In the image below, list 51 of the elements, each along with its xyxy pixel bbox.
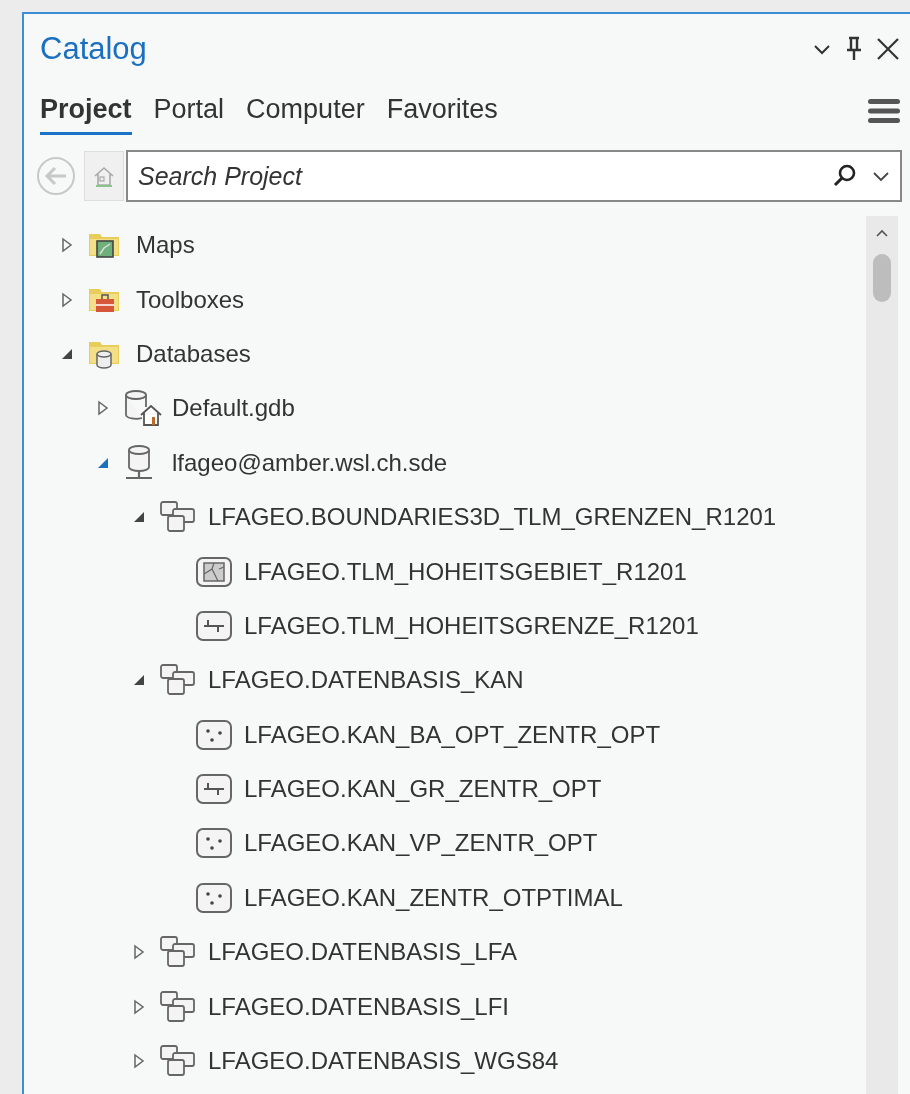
dropdown-icon[interactable] <box>872 170 890 182</box>
collapsed-triangle-icon[interactable] <box>132 944 146 961</box>
feature-dataset-icon <box>160 1045 196 1078</box>
tab[interactable]: Portal <box>153 87 225 135</box>
tree-item[interactable]: LFAGEO.BOUNDARIES3D_TLM_GRENZEN_R1201 <box>208 503 777 532</box>
collapsed-triangle-icon[interactable] <box>60 291 74 308</box>
feature-dataset-icon <box>160 501 196 534</box>
tab[interactable]: Project <box>40 87 132 135</box>
pin-icon[interactable] <box>846 36 862 62</box>
tree-item[interactable]: Maps <box>136 231 195 260</box>
scroll-thumb[interactable] <box>873 254 891 302</box>
tree-item[interactable]: LFAGEO.TLM_HOHEITSGEBIET_R1201 <box>244 557 687 586</box>
collapsed-triangle-icon[interactable] <box>96 400 110 417</box>
tree-item[interactable]: Default.gdb <box>172 394 295 423</box>
search-field[interactable]: Search Project <box>126 150 902 202</box>
pane-title: Catalog <box>40 31 147 67</box>
tree-item[interactable]: LFAGEO.DATENBASIS_LFA <box>208 938 517 967</box>
tree-item[interactable]: LFAGEO.DATENBASIS_WGS84 <box>208 1047 559 1076</box>
polygon-layer-icon <box>196 556 232 587</box>
tree-item[interactable]: LFAGEO.KAN_VP_ZENTR_OPT <box>244 829 598 858</box>
feature-dataset-icon <box>160 990 196 1023</box>
collapsed-triangle-icon[interactable] <box>132 1053 146 1070</box>
search-icon[interactable] <box>832 163 858 189</box>
collapsed-triangle-icon[interactable] <box>60 237 74 254</box>
tree-item[interactable]: Databases <box>136 339 251 368</box>
tree-item[interactable]: LFAGEO.DATENBASIS_KAN <box>208 666 524 695</box>
tree-item[interactable]: LFAGEO.KAN_GR_ZENTR_OPT <box>244 775 602 804</box>
chevron-down-icon[interactable] <box>812 42 832 56</box>
point-layer-icon <box>196 828 232 859</box>
tree-item[interactable]: lfageo@amber.wsl.ch.sde <box>172 448 448 477</box>
scroll-up-icon[interactable] <box>875 228 889 238</box>
line-layer-icon <box>196 610 232 641</box>
tree-item[interactable]: LFAGEO.KAN_BA_OPT_ZENTR_OPT <box>244 720 661 749</box>
line-layer-icon <box>196 774 232 805</box>
tab[interactable]: Computer <box>246 87 365 135</box>
database-home-icon <box>124 389 164 428</box>
point-layer-icon <box>196 882 232 913</box>
feature-dataset-icon <box>160 664 196 697</box>
feature-dataset-icon <box>160 936 196 969</box>
tree-item[interactable]: LFAGEO.TLM_HOHEITSGRENZE_R1201 <box>244 611 699 640</box>
collapsed-triangle-icon[interactable] <box>132 998 146 1015</box>
scrollbar[interactable] <box>866 216 898 1094</box>
tree-item[interactable]: LFAGEO.KAN_ZENTR_OTPTIMAL <box>244 883 623 912</box>
point-layer-icon <box>196 719 232 750</box>
menu-icon[interactable] <box>868 98 900 124</box>
tab[interactable]: Favorites <box>386 87 498 135</box>
home-icon <box>92 164 116 188</box>
database-server-icon <box>124 444 154 481</box>
close-icon[interactable] <box>876 37 900 61</box>
tree-item[interactable]: LFAGEO.DATENBASIS_LFI <box>208 992 509 1021</box>
tree-item[interactable]: Toolboxes <box>136 285 245 314</box>
